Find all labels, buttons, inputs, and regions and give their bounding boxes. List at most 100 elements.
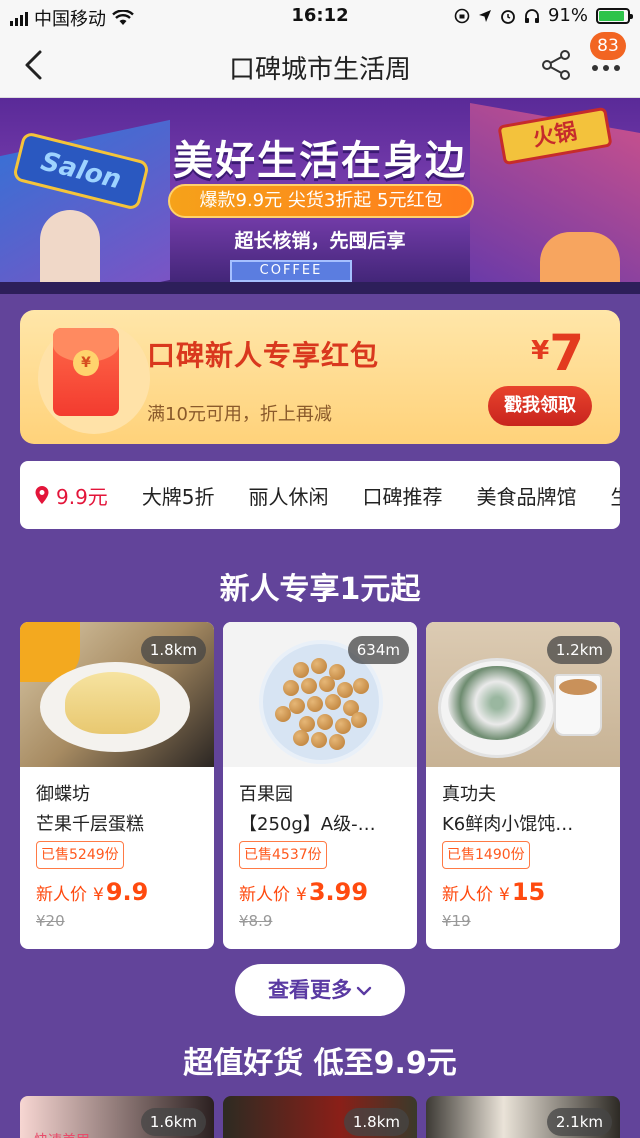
distance-badge: 634m (347, 636, 409, 664)
longan-fruit (283, 680, 299, 696)
coupon-currency: ¥ (531, 336, 550, 366)
longan-fruit (353, 678, 369, 694)
product-card[interactable]: 快速美甲 1.6km (20, 1096, 214, 1138)
product-card[interactable]: 1.8km 御蝶坊 芒果千层蛋糕 已售5249份 新人价 ¥9.9 ¥20 (20, 622, 214, 949)
product-card[interactable]: 1.2km 真功夫 K6鲜肉小馄饨… 已售1490份 新人价 ¥15 ¥19 (426, 622, 620, 949)
battery-percent: 91% (547, 5, 588, 26)
distance-badge: 1.6km (140, 1108, 206, 1136)
yen-coin-icon: ¥ (73, 350, 99, 376)
longan-fruit (317, 714, 333, 730)
tab-big-brand[interactable]: 大牌5折 (142, 481, 215, 510)
new-user-coupon[interactable]: ¥ 口碑新人专享红包 满10元可用，折上再减 ¥7 戳我领取 (20, 310, 620, 444)
longan-fruit (293, 730, 309, 746)
see-more-label: 查看更多 (268, 978, 352, 1002)
price-value: 15 (511, 878, 546, 906)
alarm-icon (501, 9, 515, 24)
section-title-new-user: 新人专享1元起 (219, 572, 421, 607)
longan-fruit (293, 662, 309, 678)
sold-count-badge: 已售4537份 (239, 841, 327, 869)
tea-decor (559, 679, 597, 695)
longan-fruit (337, 682, 353, 698)
category-tabs: 9.9元 大牌5折 丽人休闲 口碑推荐 美食品牌馆 生 (20, 461, 620, 529)
coupon-desc: 满10元可用，折上再减 (147, 404, 332, 425)
distance-badge: 1.2km (546, 636, 612, 664)
banner-ground (0, 282, 640, 294)
longan-fruit (329, 734, 345, 750)
product-card[interactable]: 1.8km (223, 1096, 417, 1138)
coupon-amount: ¥7 (531, 324, 584, 382)
product-tag: 快速美甲 (34, 1130, 90, 1138)
product-image: 1.8km (20, 622, 214, 767)
chevron-down-icon (356, 986, 372, 996)
coupon-title: 口碑新人专享红包 (147, 339, 380, 372)
longan-fruit (275, 706, 291, 722)
distance-badge: 1.8km (343, 1108, 409, 1136)
distance-badge: 1.8km (140, 636, 206, 664)
original-price: ¥8.9 (239, 912, 273, 930)
soup-decor (448, 666, 546, 740)
status-right: 91% (454, 5, 633, 26)
claim-coupon-button[interactable]: 戳我领取 (488, 386, 592, 426)
product-name: 【250g】A级-… (239, 814, 376, 835)
longan-fruit (319, 676, 335, 692)
price-label: 新人价 (36, 885, 87, 905)
status-bar: 中国移动 16:12 91% (0, 0, 640, 32)
longan-fruit (311, 658, 327, 674)
tab-recommend[interactable]: 口碑推荐 (363, 481, 443, 510)
product-card[interactable]: 2.1km (426, 1096, 620, 1138)
longan-fruit (325, 694, 341, 710)
distance-badge: 2.1km (546, 1108, 612, 1136)
product-image: 1.2km (426, 622, 620, 767)
coffee-sign: COFFEE (230, 260, 352, 282)
longan-fruit (311, 732, 327, 748)
longan-fruit (307, 696, 323, 712)
longan-fruit (351, 712, 367, 728)
sold-count-badge: 已售1490份 (442, 841, 530, 869)
tab-more-partial[interactable]: 生 (611, 481, 620, 510)
see-more-button[interactable]: 查看更多 (235, 964, 405, 1016)
price-value: 9.9 (105, 878, 149, 906)
red-envelope-icon: ¥ (53, 328, 119, 416)
product-card[interactable]: 634m 百果园 【250g】A级-… 已售4537份 新人价 ¥3.99 ¥8.… (223, 622, 417, 949)
banner-subtitle: 超长核销，先囤后享 (234, 230, 406, 252)
location-arrow-icon (478, 9, 491, 22)
tab-beauty-leisure[interactable]: 丽人休闲 (249, 481, 329, 510)
headphones-icon (524, 8, 539, 23)
tab-9-9[interactable]: 9.9元 (34, 481, 108, 510)
price-row: 新人价 ¥3.99 (239, 878, 368, 906)
price-currency: ¥ (499, 885, 510, 905)
longan-fruit (301, 678, 317, 694)
price-row: 新人价 ¥15 (442, 878, 545, 906)
location-pin-icon (35, 486, 49, 504)
longan-fruit (289, 698, 305, 714)
lock-rotation-icon (454, 8, 470, 23)
banner-title: 美好生活在身边 (173, 138, 467, 184)
tab-food-brands[interactable]: 美食品牌馆 (477, 481, 577, 510)
coupon-value: 7 (549, 324, 584, 382)
tab-label: 9.9元 (56, 484, 108, 509)
product-image: 634m (223, 622, 417, 767)
price-currency: ¥ (93, 885, 104, 905)
longan-fruit (335, 718, 351, 734)
nav-bar: 口碑城市生活周 83 (0, 32, 640, 98)
price-label: 新人价 (442, 885, 493, 905)
battery-charging-icon (596, 7, 633, 24)
price-value: 3.99 (308, 878, 369, 906)
price-currency: ¥ (296, 885, 307, 905)
share-icon[interactable] (540, 49, 572, 81)
banner-pill: 爆款9.9元 尖货3折起 5元红包 (168, 184, 474, 218)
section-title-deals: 超值好货 低至9.9元 (183, 1046, 457, 1081)
shop-name: 百果园 (239, 784, 293, 805)
price-row: 新人价 ¥9.9 (36, 878, 148, 906)
promo-banner[interactable]: Salon 火锅 美好生活在身边 爆款9.9元 尖货3折起 5元红包 超长核销，… (0, 98, 640, 294)
original-price: ¥19 (442, 912, 471, 930)
cake-decor (65, 672, 160, 734)
shop-name: 真功夫 (442, 784, 496, 805)
shop-name: 御蝶坊 (36, 784, 90, 805)
product-name: 芒果千层蛋糕 (36, 814, 144, 835)
original-price: ¥20 (36, 912, 65, 930)
notification-badge: 83 (590, 32, 626, 60)
price-label: 新人价 (239, 885, 290, 905)
product-name: K6鲜肉小馄饨… (442, 814, 574, 835)
category-tabs-track: 9.9元 大牌5折 丽人休闲 口碑推荐 美食品牌馆 生 (20, 461, 620, 529)
